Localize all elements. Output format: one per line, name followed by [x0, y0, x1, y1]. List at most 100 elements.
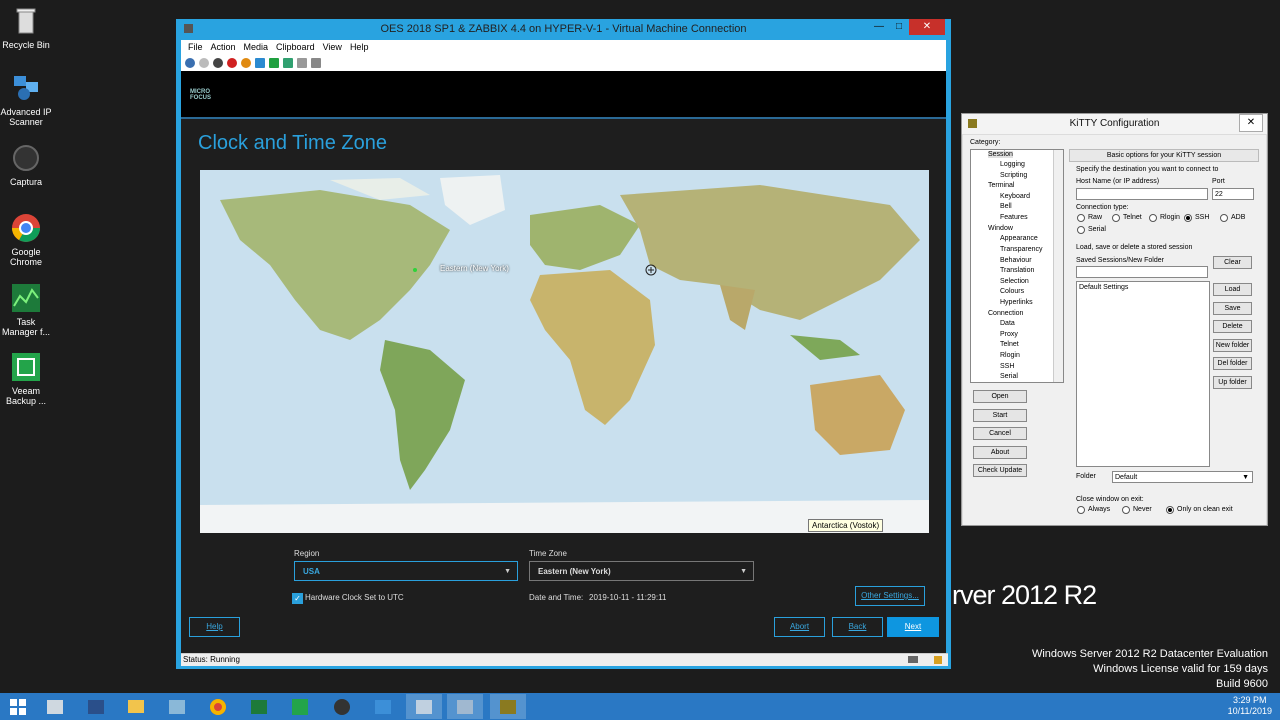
up-folder-button[interactable]: Up folder — [1213, 376, 1252, 389]
desktop-icon-captura[interactable]: Captura — [0, 142, 52, 187]
abort-button[interactable]: Abort — [774, 617, 825, 637]
desktop-icon-veeam[interactable]: Veeam Backup ... — [0, 351, 52, 406]
next-button[interactable]: Next — [887, 617, 939, 637]
radio-ssh[interactable] — [1184, 214, 1192, 222]
session-name-input[interactable] — [1076, 266, 1208, 278]
delete-button[interactable]: Delete — [1213, 320, 1252, 333]
tree-item-logging[interactable]: Logging — [1000, 161, 1025, 168]
port-input[interactable]: 22 — [1212, 188, 1254, 200]
tree-item-scripting[interactable]: Scripting — [1000, 172, 1027, 179]
menu-view[interactable]: View — [320, 40, 347, 55]
taskbar-ip-scanner[interactable] — [365, 694, 401, 719]
help-button[interactable]: Help — [189, 617, 240, 637]
other-settings-button[interactable]: Other Settings... — [855, 586, 925, 606]
check-update-button[interactable]: Check Update — [973, 464, 1027, 477]
resume-icon[interactable] — [269, 58, 279, 68]
radio-clean-exit[interactable] — [1166, 506, 1174, 514]
radio-never[interactable] — [1122, 506, 1130, 514]
shutdown-icon[interactable] — [227, 58, 237, 68]
taskbar-vm-connection[interactable] — [447, 694, 483, 719]
load-button[interactable]: Load — [1213, 283, 1252, 296]
region-select[interactable]: USA ▼ — [294, 561, 518, 581]
open-button[interactable]: Open — [973, 390, 1027, 403]
tree-item-proxy[interactable]: Proxy — [1000, 331, 1018, 338]
about-button[interactable]: About — [973, 446, 1027, 459]
start-icon[interactable] — [199, 58, 209, 68]
enhanced-session-icon[interactable] — [311, 58, 321, 68]
tree-item-connection[interactable]: Connection — [988, 310, 1023, 317]
taskbar-hyperv[interactable] — [406, 694, 442, 719]
tree-item-selection[interactable]: Selection — [1000, 278, 1029, 285]
tree-item-window[interactable]: Window — [988, 225, 1013, 232]
desktop-icon-advanced-ip-scanner[interactable]: Advanced IP Scanner — [0, 72, 52, 127]
radio-raw[interactable] — [1077, 214, 1085, 222]
taskbar-explorer[interactable] — [118, 694, 154, 719]
desktop-icon-task-manager[interactable]: Task Manager f... — [0, 282, 52, 337]
tree-item-colours[interactable]: Colours — [1000, 288, 1024, 295]
menu-clipboard[interactable]: Clipboard — [273, 40, 320, 55]
start-button[interactable]: Start — [973, 409, 1027, 422]
pause-icon[interactable] — [255, 58, 265, 68]
tree-item-bell[interactable]: Bell — [1000, 203, 1012, 210]
tree-item-transparency[interactable]: Transparency — [1000, 246, 1043, 253]
menu-file[interactable]: File — [185, 40, 208, 55]
save-state-icon[interactable] — [241, 58, 251, 68]
new-folder-button[interactable]: New folder — [1213, 339, 1252, 352]
menu-media[interactable]: Media — [241, 40, 274, 55]
tree-scrollbar[interactable] — [1053, 150, 1063, 382]
desktop-icon-recycle-bin[interactable]: Recycle Bin — [0, 5, 52, 50]
tree-item-telnet[interactable]: Telnet — [1000, 341, 1019, 348]
tree-item-rlogin[interactable]: Rlogin — [1000, 352, 1020, 359]
taskbar-powershell[interactable] — [78, 694, 114, 719]
tree-item-behaviour[interactable]: Behaviour — [1000, 257, 1032, 264]
taskbar-clock[interactable]: 3:29 PM 10/11/2019 — [1228, 695, 1272, 717]
tree-item-hyperlinks[interactable]: Hyperlinks — [1000, 299, 1033, 306]
tree-item-session[interactable]: Session — [988, 151, 1013, 158]
menu-help[interactable]: Help — [347, 40, 374, 55]
saved-sessions-list[interactable]: Default Settings — [1076, 281, 1210, 467]
cancel-button[interactable]: Cancel — [973, 427, 1027, 440]
taskbar-task-manager[interactable] — [241, 694, 277, 719]
save-button[interactable]: Save — [1213, 302, 1252, 315]
host-input[interactable] — [1076, 188, 1208, 200]
desktop-icon-google-chrome[interactable]: Google Chrome — [0, 212, 52, 267]
tree-item-appearance[interactable]: Appearance — [1000, 235, 1038, 242]
world-map[interactable]: Eastern (New York) Antarctica (Vostok) — [200, 170, 929, 533]
tree-item-serial[interactable]: Serial — [1000, 373, 1018, 380]
category-tree[interactable]: Session Logging Scripting Terminal Keybo… — [970, 149, 1064, 383]
session-item[interactable]: Default Settings — [1079, 284, 1128, 291]
back-button[interactable]: Back — [832, 617, 883, 637]
taskbar-server-manager[interactable] — [37, 694, 73, 719]
timezone-select[interactable]: Eastern (New York) ▼ — [529, 561, 754, 581]
checkpoint-icon[interactable] — [283, 58, 293, 68]
taskbar-app-4[interactable] — [159, 694, 195, 719]
clear-button[interactable]: Clear — [1213, 256, 1252, 269]
tree-item-data[interactable]: Data — [1000, 320, 1015, 327]
maximize-button[interactable]: □ — [889, 19, 909, 35]
tree-item-ssh[interactable]: SSH — [1000, 363, 1014, 370]
radio-adb[interactable] — [1220, 214, 1228, 222]
minimize-button[interactable]: — — [869, 19, 889, 35]
radio-telnet[interactable] — [1112, 214, 1120, 222]
close-button[interactable]: ✕ — [909, 19, 945, 35]
del-folder-button[interactable]: Del folder — [1213, 357, 1252, 370]
tree-item-features[interactable]: Features — [1000, 214, 1028, 221]
taskbar-veeam[interactable] — [282, 694, 318, 719]
radio-serial[interactable] — [1077, 226, 1085, 234]
menu-action[interactable]: Action — [208, 40, 241, 55]
tray-icons[interactable] — [1180, 701, 1220, 711]
radio-rlogin[interactable] — [1149, 214, 1157, 222]
close-button[interactable]: ✕ — [1239, 114, 1263, 132]
tree-item-translation[interactable]: Translation — [1000, 267, 1034, 274]
ctrl-alt-del-icon[interactable] — [185, 58, 195, 68]
taskbar-kitty[interactable] — [490, 694, 526, 719]
tree-item-terminal[interactable]: Terminal — [988, 182, 1014, 189]
folder-select[interactable]: Default ▼ — [1112, 471, 1253, 483]
revert-icon[interactable] — [297, 58, 307, 68]
hw-clock-checkbox[interactable]: ✓ — [292, 593, 303, 604]
turn-off-icon[interactable] — [213, 58, 223, 68]
tree-item-keyboard[interactable]: Keyboard — [1000, 193, 1030, 200]
start-button[interactable] — [0, 694, 36, 719]
radio-always[interactable] — [1077, 506, 1085, 514]
taskbar-chrome[interactable] — [200, 694, 236, 719]
